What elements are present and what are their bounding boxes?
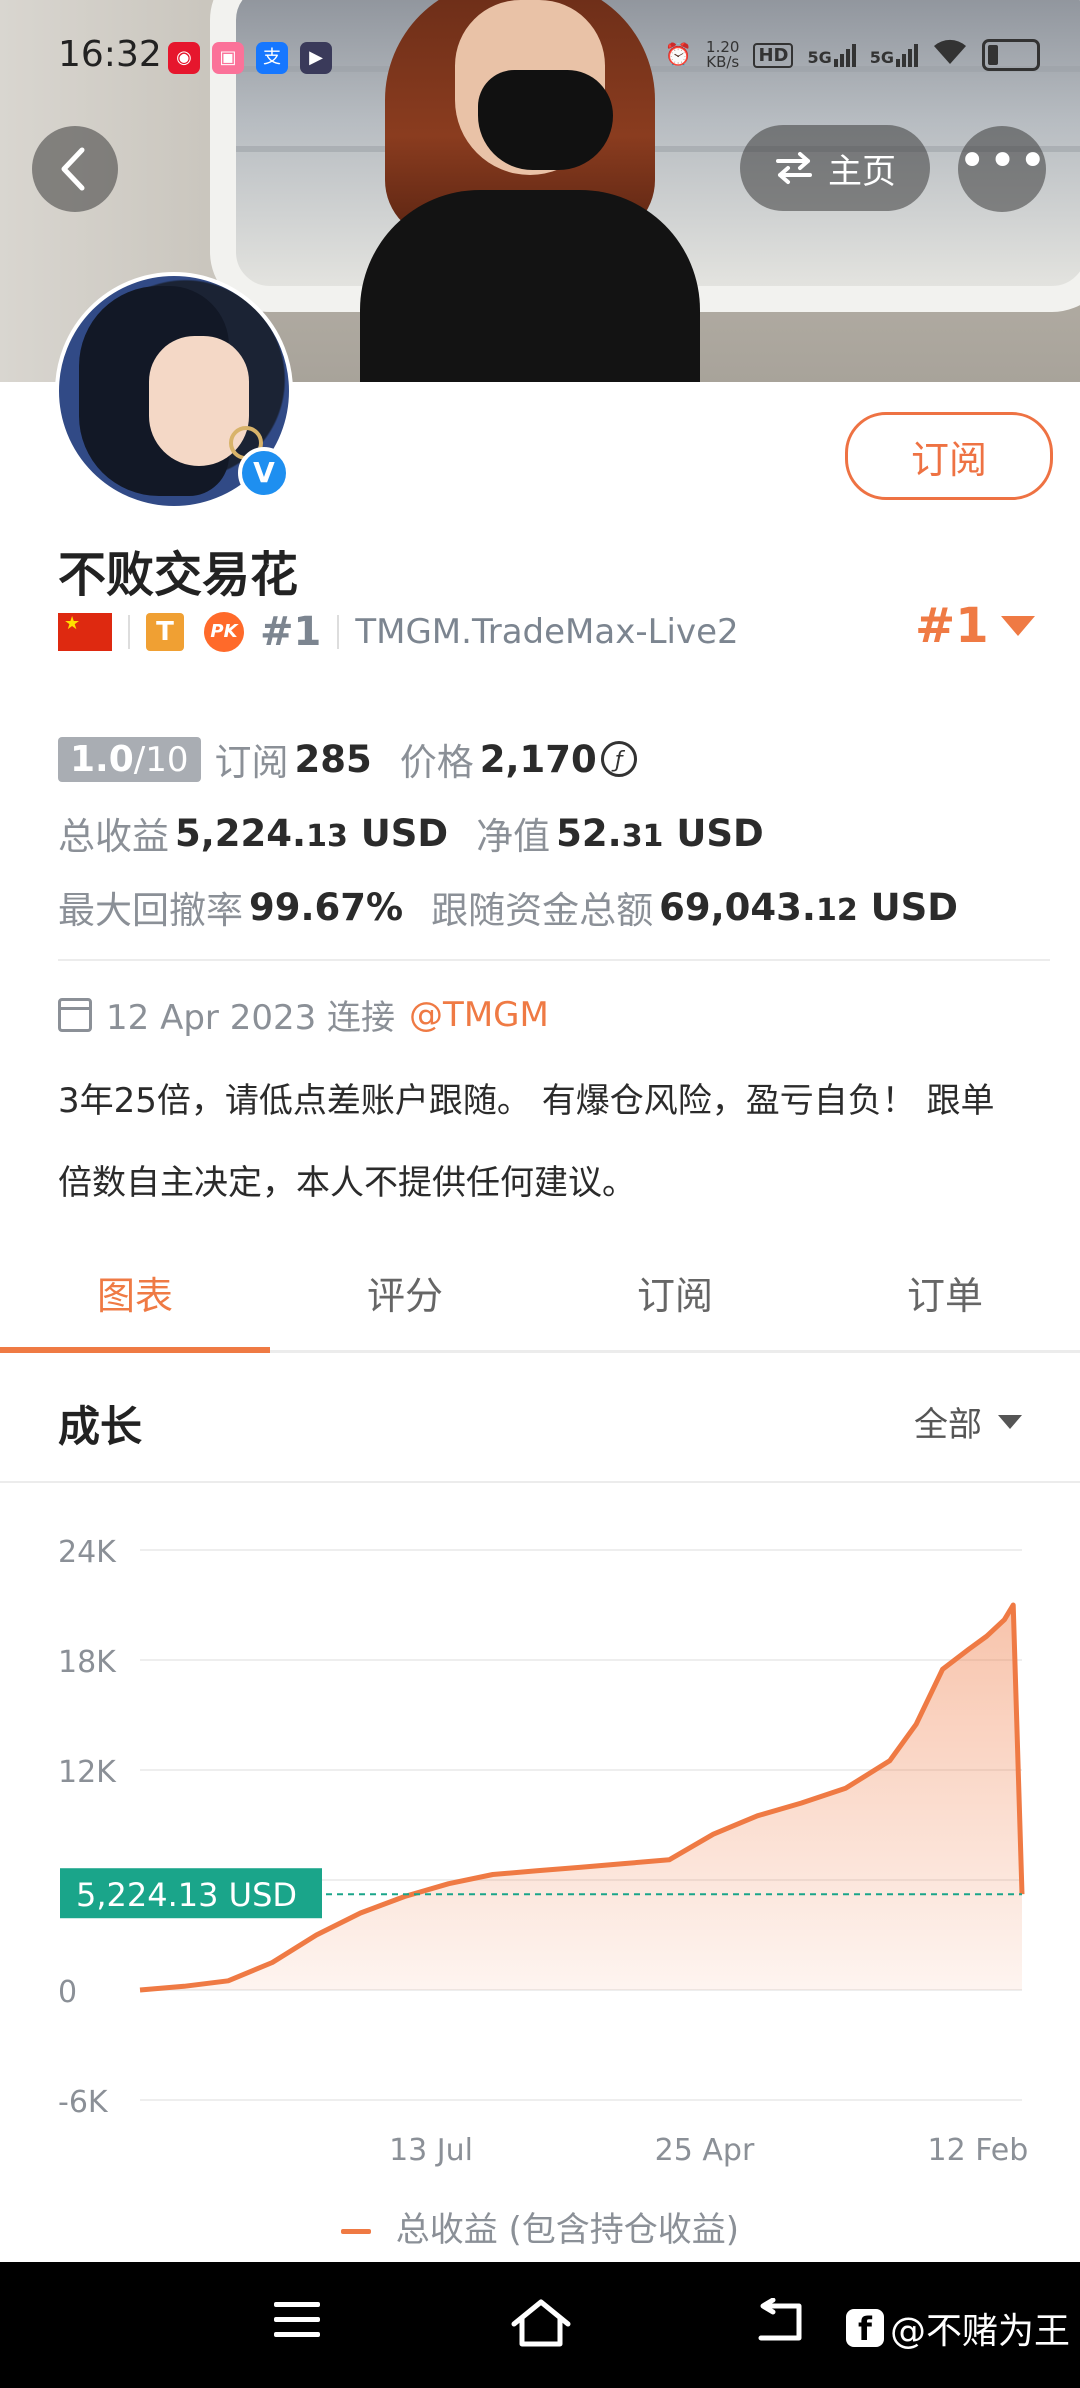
battery-icon [982,39,1040,71]
max-drawdown-value: 99.67% [249,885,404,929]
alipay-icon: 支 [256,42,288,74]
back-arrow-icon [61,147,85,191]
video-app-icon: ▶ [300,42,332,74]
bio-line: 倍数自主决定，本人不提供任何建议。 [58,1163,636,1203]
system-nav-bar: f @不赌为王 [0,2262,1080,2388]
legend-line-icon [340,2229,371,2234]
status-app-icons: ◉ ▣ 支 ▶ [168,42,332,74]
signal-5g-icon-1: 5G [807,43,856,67]
rank-dropdown[interactable]: #1 [915,598,1035,654]
verified-badge-icon: V [238,447,290,499]
tab-subscriptions[interactable]: 订阅 [540,1250,810,1350]
watermark: f @不赌为王 [845,2302,1070,2354]
subscribe-count-value: 285 [294,737,372,781]
facebook-icon: f [845,2309,884,2348]
signal-5g-icon-2: 5G [870,43,918,67]
home-icon [511,2299,571,2347]
calendar-icon [58,997,92,1032]
x-tick-label: 12 Feb [927,2133,1028,2168]
y-tick-label: 18K [58,1645,117,1680]
weibo-icon: ◉ [168,42,200,74]
y-tick-label: -6K [58,2085,109,2120]
trader-name: 不败交易花 [58,547,299,603]
growth-title: 成长 [58,1402,143,1451]
joined-date: 12 Apr 2023 连接 [106,998,396,1038]
more-options-button[interactable]: ••• [958,126,1047,212]
bilibili-icon: ▣ [212,42,244,74]
broker-handle-link[interactable]: @TMGM [409,995,549,1035]
net-value-label: 净值 [476,815,551,858]
menu-icon [274,2302,320,2337]
status-indicators: ⏰ 1.20 KB/s HD 5G 5G [665,38,1040,72]
rank-dropdown-label: #1 [915,598,989,654]
watermark-text: @不赌为王 [889,2311,1070,2352]
growth-chart-svg: 24K18K12K6K0-6K13 Jul25 Apr12 Feb5,224.1… [58,1535,1028,2168]
hd-icon: HD [753,42,794,68]
legend-label: 总收益 (包含持仓收益) [395,2210,740,2250]
subscribe-count-label: 订阅 [214,741,289,784]
series-area [140,1605,1022,1990]
swap-icon [776,152,812,184]
back-nav-icon [758,2297,802,2341]
china-flag-icon [58,613,112,651]
t-badge-icon: T [146,613,184,651]
max-drawdown-label: 最大回撤率 [58,889,243,932]
tab-rating[interactable]: 评分 [270,1250,540,1350]
profile-tabs: 图表 评分 订阅 订单 [0,1250,1080,1353]
tab-orders[interactable]: 订单 [810,1250,1080,1350]
tab-chart[interactable]: 图表 [0,1250,270,1353]
current-value-label: 5,224.13 USD [76,1876,297,1914]
trader-badges: T PK #1 TMGM.TradeMax-Live2 [58,604,739,660]
network-speed: 1.20 KB/s [706,38,740,71]
subscribe-button[interactable]: 订阅 [845,412,1053,500]
total-profit-label: 总收益 [58,815,169,858]
net-value: 52.31 USD [556,811,764,855]
chevron-down-icon [998,1414,1022,1429]
joined-info: 12 Apr 2023 连接 @TMGM [58,990,549,1039]
chart-legend[interactable]: 总收益 (包含持仓收益) [0,2202,1080,2251]
growth-chart[interactable]: 24K18K12K6K0-6K13 Jul25 Apr12 Feb5,224.1… [0,1485,1080,2245]
y-tick-label: 24K [58,1535,117,1570]
period-filter-dropdown[interactable]: 全部 [914,1397,1022,1446]
stats-panel: 1.0/10 订阅 285 价格 2,170 ƒ 总收益 5,224.13 US… [58,722,1040,944]
pk-badge-icon: PK [204,612,244,652]
divider [58,959,1050,961]
status-bar: 16:32 ◉ ▣ 支 ▶ ⏰ 1.20 KB/s HD 5G 5G [0,0,1080,120]
chevron-down-icon [1000,616,1035,636]
score-badge: 1.0/10 [58,736,201,782]
broker-account: TMGM.TradeMax-Live2 [355,612,739,652]
coin-icon: ƒ [600,741,637,777]
back-button[interactable] [32,126,118,212]
cover-person-body [360,190,700,382]
home-page-button[interactable]: 主页 [740,125,930,211]
trader-bio: 3年25倍，请低点差账户跟随。 有爆仓风险，盈亏自负！ 跟单 倍数自主决定，本人… [58,1060,1048,1224]
period-filter-label: 全部 [914,1405,982,1445]
price-label: 价格 [399,741,474,784]
price-value: 2,170 [479,737,597,781]
follow-funds-value: 69,043.12 USD [659,885,958,929]
growth-section-header: 成长 全部 [0,1353,1080,1483]
home-page-label: 主页 [828,151,896,192]
bio-line: 3年25倍，请低点差账户跟随。 有爆仓风险，盈亏自负！ 跟单 [58,1081,995,1121]
alarm-icon: ⏰ [664,42,693,68]
x-tick-label: 25 Apr [655,2133,755,2168]
status-time: 16:32 [58,34,162,75]
home-nav-button[interactable] [510,2298,572,2352]
total-profit-value: 5,224.13 USD [175,811,449,855]
menu-button[interactable] [272,2298,322,2346]
x-tick-label: 13 Jul [389,2133,473,2168]
rank-label: #1 [260,609,322,655]
wifi-icon [932,38,968,72]
y-tick-label: 0 [58,1975,77,2010]
y-tick-label: 12K [58,1755,117,1790]
back-nav-button[interactable] [755,2297,807,2350]
follow-funds-label: 跟随资金总额 [431,889,654,932]
